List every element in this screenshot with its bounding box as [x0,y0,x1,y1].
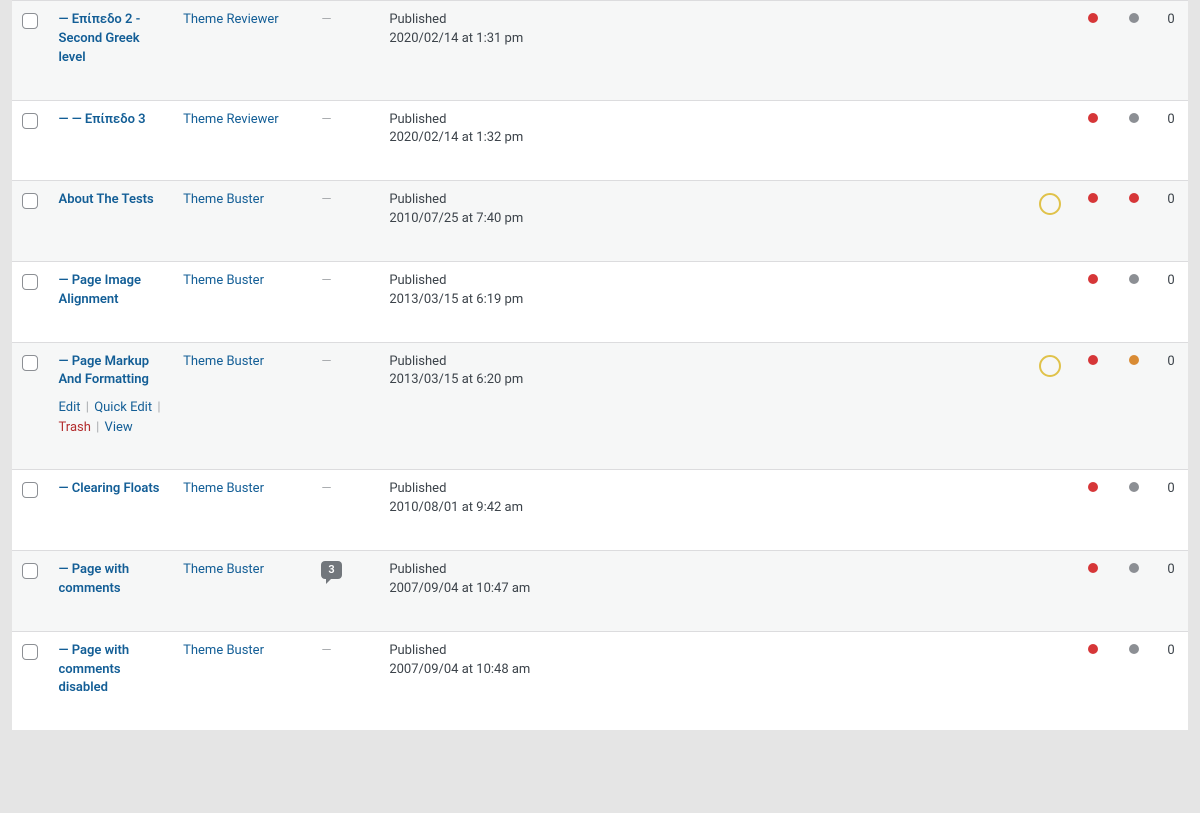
status-dot-readability [1129,355,1139,365]
comments-dash: — [321,643,331,658]
author-link[interactable]: Theme Buster [183,481,264,496]
status-dot-seo [1088,355,1098,365]
links-count: 0 [1154,261,1188,342]
status-label: Published [389,111,1019,130]
table-row: About The Tests Theme Buster — Published201… [12,181,1188,262]
links-count: 0 [1154,1,1188,101]
status-dot-seo [1088,563,1098,573]
row-checkbox[interactable] [22,482,38,498]
page-title-link[interactable]: — Page with comments disabled [59,643,130,696]
links-count: 0 [1154,470,1188,551]
row-checkbox[interactable] [22,644,38,660]
publish-date: 2007/09/04 at 10:47 am [389,580,1019,599]
status-dot-readability [1129,644,1139,654]
status-dot-seo [1088,274,1098,284]
publish-date: 2013/03/15 at 6:20 pm [389,371,1019,390]
table-row: — Page Markup And Formatting Edit | Quic… [12,342,1188,470]
author-link[interactable]: Theme Buster [183,643,264,658]
status-label: Published [389,11,1019,30]
status-dot-readability [1129,193,1139,203]
page-title-link[interactable]: — Επίπεδο 2 - Second Greek level [59,12,141,65]
status-dot-readability [1129,13,1139,23]
row-checkbox[interactable] [22,113,38,129]
links-count: 0 [1154,342,1188,470]
comments-dash: — [321,481,331,496]
table-row: — Clearing Floats Theme Buster — Published2… [12,470,1188,551]
page-title-link[interactable]: — Page with comments [59,562,130,596]
status-dot-readability [1129,274,1139,284]
publish-date: 2013/03/15 at 6:19 pm [389,291,1019,310]
author-link[interactable]: Theme Reviewer [183,112,279,127]
comments-dash: — [321,354,331,369]
status-label: Published [389,191,1019,210]
publish-date: 2020/02/14 at 1:31 pm [389,30,1019,49]
edit-link[interactable]: Edit [59,400,81,415]
status-dot-seo [1088,482,1098,492]
status-dot-seo [1088,13,1098,23]
links-count: 0 [1154,631,1188,730]
row-checkbox[interactable] [22,355,38,371]
author-link[interactable]: Theme Buster [183,192,264,207]
comment-bubble-icon[interactable]: 3 [321,561,341,579]
page-title-link[interactable]: About The Tests [59,192,154,207]
status-dot-readability [1129,563,1139,573]
pages-table: — Επίπεδο 2 - Second Greek level Theme Re… [12,0,1188,730]
row-checkbox[interactable] [22,563,38,579]
author-link[interactable]: Theme Buster [183,354,264,369]
row-actions: Edit | Quick Edit | Trash | View [59,398,168,437]
ring-icon [1039,355,1061,377]
status-dot-readability [1129,482,1139,492]
author-link[interactable]: Theme Reviewer [183,12,279,27]
status-dot-seo [1088,644,1098,654]
row-checkbox[interactable] [22,193,38,209]
publish-date: 2007/09/04 at 10:48 am [389,661,1019,680]
table-row: — Page with comments Theme Buster 3 Publish… [12,550,1188,631]
ring-icon [1039,193,1061,215]
page-title-link[interactable]: — Clearing Floats [59,481,160,496]
status-dot-seo [1088,113,1098,123]
status-label: Published [389,480,1019,499]
row-checkbox[interactable] [22,13,38,29]
author-link[interactable]: Theme Buster [183,273,264,288]
comments-dash: — [321,192,331,207]
page-title-link[interactable]: — — Επίπεδο 3 [59,112,146,127]
comments-dash: — [321,273,331,288]
publish-date: 2010/07/25 at 7:40 pm [389,210,1019,229]
status-label: Published [389,272,1019,291]
status-dot-readability [1129,113,1139,123]
page-title-link[interactable]: — Page Image Alignment [59,273,141,307]
publish-date: 2010/08/01 at 9:42 am [389,499,1019,518]
links-count: 0 [1154,181,1188,262]
links-count: 0 [1154,100,1188,181]
status-label: Published [389,642,1019,661]
view-link[interactable]: View [105,420,133,435]
status-label: Published [389,561,1019,580]
row-checkbox[interactable] [22,274,38,290]
table-row: — Page with comments disabled Theme Buste… [12,631,1188,730]
comments-dash: — [321,112,331,127]
page-title-link[interactable]: — Page Markup And Formatting [59,354,150,388]
publish-date: 2020/02/14 at 1:32 pm [389,129,1019,148]
status-dot-seo [1088,193,1098,203]
author-link[interactable]: Theme Buster [183,562,264,577]
table-row: — Επίπεδο 2 - Second Greek level Theme Re… [12,1,1188,101]
comments-dash: — [321,12,331,27]
trash-link[interactable]: Trash [59,420,91,435]
quick-edit-link[interactable]: Quick Edit [94,400,152,415]
table-row: — — Επίπεδο 3 Theme Reviewer — Published202… [12,100,1188,181]
status-label: Published [389,353,1019,372]
links-count: 0 [1154,550,1188,631]
table-row: — Page Image Alignment Theme Buster — Publi… [12,261,1188,342]
